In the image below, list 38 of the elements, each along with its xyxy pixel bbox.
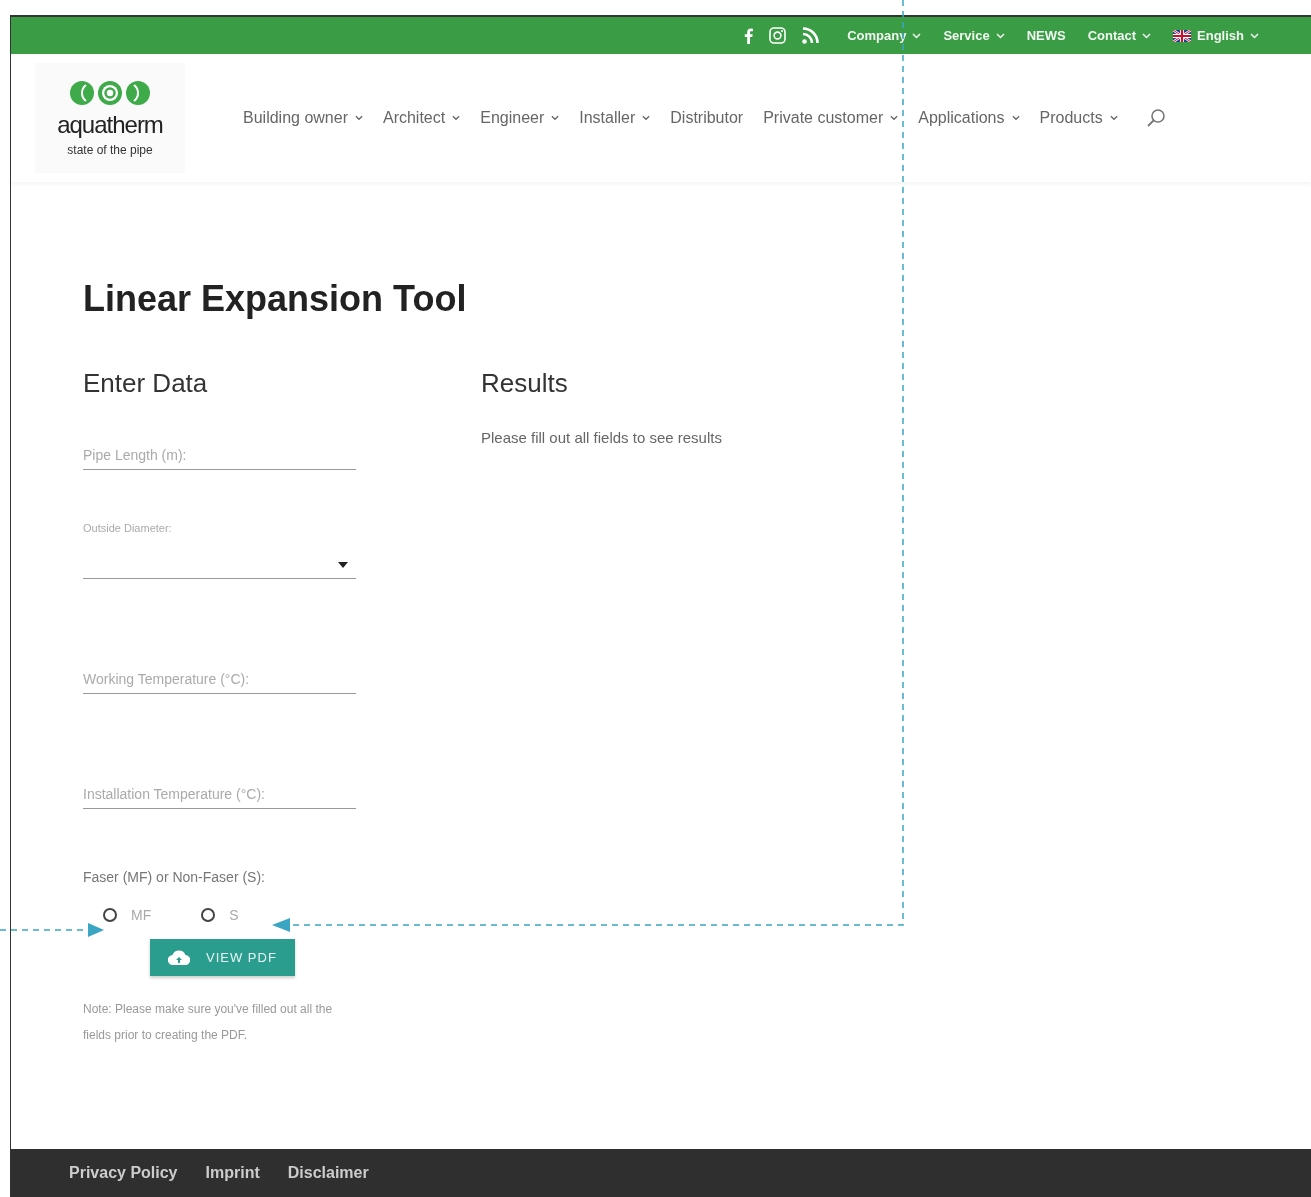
section-heading: Results [481,368,569,399]
radio-button[interactable] [201,908,216,922]
top-menu-link[interactable]: English [1173,28,1259,43]
input-field[interactable]: Pipe Length (m): [83,441,356,470]
note-text: Note: Please make sure you've filled out all the fields prior to creating the PDF. [83,1001,334,1044]
instagram-icon[interactable] [769,27,787,44]
nav-link[interactable]: Building owner [243,109,363,127]
cloud-upload-icon [168,950,190,965]
top-menu-link[interactable]: Service [943,28,1005,43]
section-heading: Enter Data [83,368,209,399]
logo-icon [68,79,152,107]
footer-link[interactable]: Disclaimer [287,1164,369,1182]
footer-link[interactable]: Imprint [205,1164,260,1182]
footer-link[interactable]: Privacy Policy [69,1164,178,1182]
caret-icon [338,562,348,568]
nav-link[interactable]: Private customer [763,109,899,127]
input-field[interactable]: Installation Temperature (°C): [83,780,356,809]
nav-link[interactable]: Products [1039,109,1118,127]
radio-button[interactable] [103,908,117,922]
radio-label: S [229,907,239,923]
logo[interactable]: aquatherm state of the pipe [35,63,185,173]
radio-group-label: Faser (MF) or Non-Faser (S): [83,869,266,885]
rss-icon[interactable] [802,27,820,44]
input-field[interactable]: Working Temperature (°C): [83,665,356,694]
nav-link[interactable]: Architect [382,109,461,127]
top-menu-link[interactable]: NEWS [1026,28,1066,43]
search-icon[interactable] [1145,108,1166,128]
page-title: Linear Expansion Tool [83,278,468,320]
view-pdf-button[interactable]: VIEW PDF [150,939,295,976]
top-menu-link[interactable]: Company [847,28,922,43]
radio-label: MF [131,907,152,923]
nav-link[interactable]: Distributor [670,109,744,127]
facebook-icon[interactable] [744,27,754,44]
top-menu-link[interactable]: Contact [1087,28,1152,43]
results-message: Please fill out all fields to see results [481,429,722,446]
nav-link[interactable]: Engineer [480,109,560,127]
nav-link[interactable]: Applications [918,109,1020,127]
nav-link[interactable]: Installer [579,109,651,127]
